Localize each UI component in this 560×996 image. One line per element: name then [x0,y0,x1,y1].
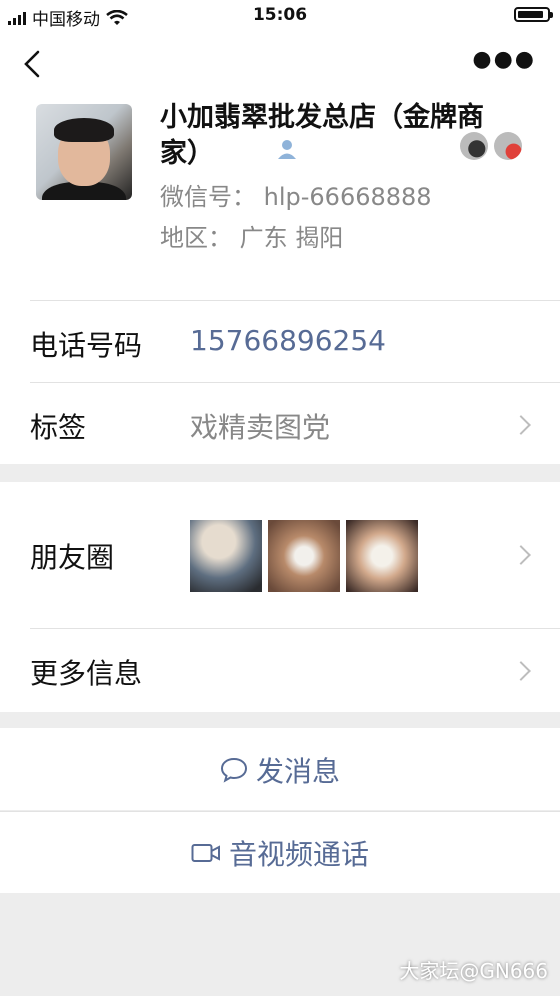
region: 地区： 广东 揭阳 [160,224,344,252]
battery-icon [514,7,553,22]
moment-thumb-3[interactable] [346,520,418,592]
status-bar: 中国移动 15:06 [0,0,560,32]
av-call-button[interactable]: 音视频通话 [0,811,560,893]
chevron-right-icon [511,415,531,435]
contact-person-icon [278,140,296,159]
clock: 15:06 [252,5,308,25]
friend-circle-icon [460,132,488,160]
watermark: 大家坛@GN666 [399,959,548,983]
tag-label: 标签 [30,411,87,444]
profile-name-block: 小加翡翠批发总店（金牌商家） [160,100,500,172]
moments-label: 朋友圈 [30,541,115,574]
moments-row[interactable]: 朋友圈 [0,482,560,628]
phone-label: 电话号码 [30,329,143,362]
phone-row[interactable]: 电话号码 15766896254 [0,300,560,382]
back-chevron-icon[interactable] [20,48,48,80]
status-icons [460,132,522,160]
av-call-label: 音视频通话 [228,838,369,871]
avatar[interactable] [36,104,132,200]
chevron-right-icon [511,661,531,681]
moments-thumbnails[interactable] [190,520,418,592]
tag-value: 戏精卖图党 [190,411,331,444]
profile-header: ●●● 小加翡翠批发总店（金牌商家） 微信号： hlp-66668888 地区：… [0,32,560,300]
wechat-id: 微信号： hlp-66668888 [160,183,432,211]
more-info-row[interactable]: 更多信息 [0,628,560,712]
send-message-label: 发消息 [255,755,340,788]
more-info-label: 更多信息 [30,657,143,690]
video-camera-icon [191,844,220,862]
chevron-right-icon [511,545,531,565]
tag-row[interactable]: 标签 戏精卖图党 [0,382,560,464]
blocked-icon [494,132,522,160]
send-message-button[interactable]: 发消息 [0,728,560,810]
moment-thumb-2[interactable] [268,520,340,592]
more-dots-icon[interactable]: ●●● [472,49,536,71]
profile-name: 小加翡翠批发总店（金牌商家） [160,102,484,169]
moment-thumb-1[interactable] [190,520,262,592]
chat-bubble-icon [220,757,247,783]
phone-number[interactable]: 15766896254 [190,324,386,357]
